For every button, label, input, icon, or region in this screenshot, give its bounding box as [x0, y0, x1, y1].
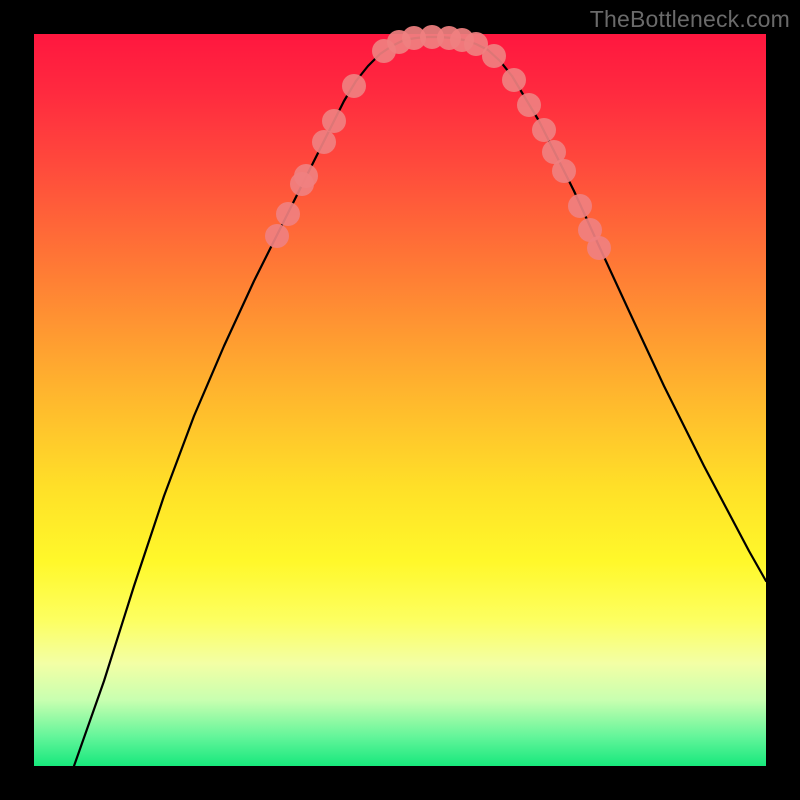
data-point	[587, 236, 611, 260]
watermark-label: TheBottleneck.com	[590, 6, 790, 33]
data-point	[312, 130, 336, 154]
data-point	[276, 202, 300, 226]
data-point	[568, 194, 592, 218]
data-point	[532, 118, 556, 142]
data-point	[517, 93, 541, 117]
bottleneck-curve	[74, 37, 766, 766]
data-point	[502, 68, 526, 92]
data-point	[265, 224, 289, 248]
data-point	[482, 44, 506, 68]
chart-frame: TheBottleneck.com	[0, 0, 800, 800]
marker-group	[265, 25, 611, 260]
data-point	[552, 159, 576, 183]
data-point	[322, 109, 346, 133]
plot-area	[34, 34, 766, 766]
data-point	[342, 74, 366, 98]
data-point	[294, 164, 318, 188]
curve-layer	[34, 34, 766, 766]
